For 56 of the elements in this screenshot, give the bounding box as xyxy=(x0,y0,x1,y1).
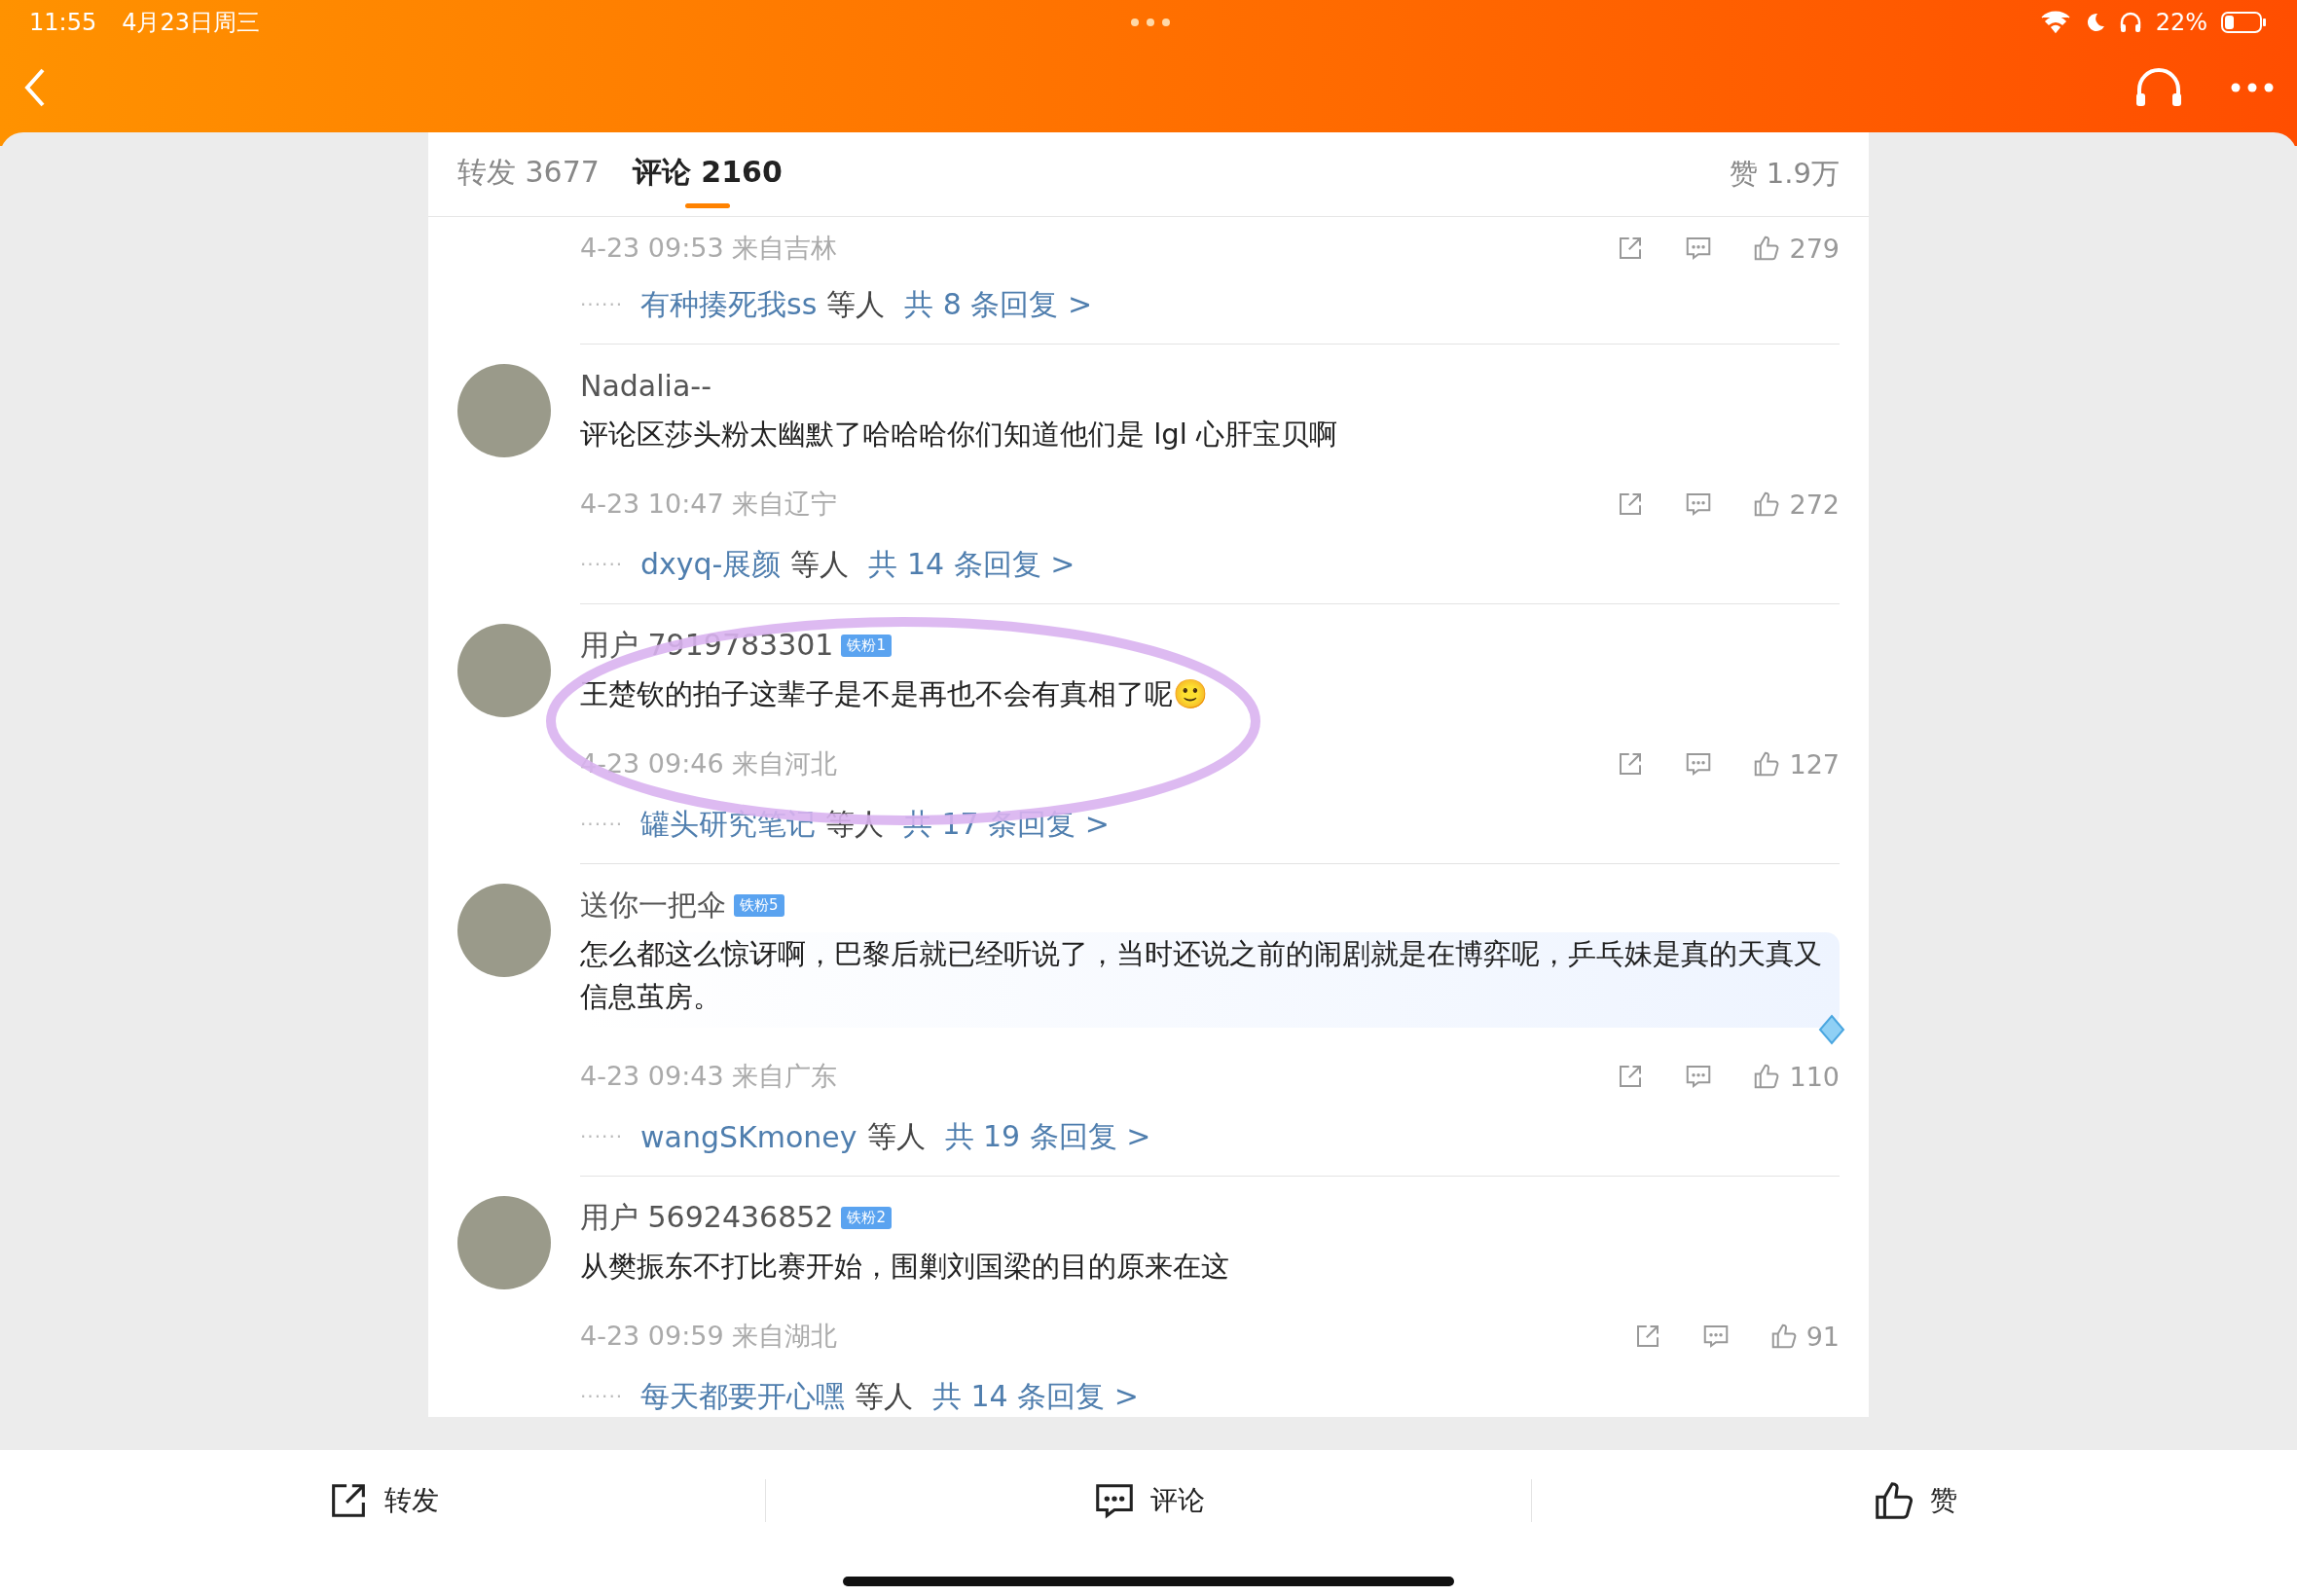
reply-user-link[interactable]: 罐头研究笔记 xyxy=(640,804,816,845)
action-button[interactable]: 评论 xyxy=(766,1479,1532,1522)
reply-user-link[interactable]: dxyq-展颜 xyxy=(640,544,782,585)
comment-text: 评论区莎头粉太幽默了哈哈哈你们知道他们是 lgl 心肝宝贝啊 xyxy=(580,417,1338,453)
reply-count-link[interactable]: 共 8 条回复 > xyxy=(904,284,1093,325)
reply-suffix: 等人 xyxy=(826,285,886,323)
like-count: 127 xyxy=(1789,748,1840,780)
comment-text: 从樊振东不打比赛开始，围剿刘国梁的目的原来在这 xyxy=(580,1249,1230,1285)
user-name[interactable]: 用户 5692436852 xyxy=(580,1197,834,1238)
tab[interactable]: 评论 2160 xyxy=(632,140,783,208)
tab[interactable]: 转发 3677 xyxy=(457,140,600,208)
comment-meta: 4-23 09:53 来自吉林 xyxy=(580,232,838,265)
status-date: 4月23日周三 xyxy=(122,8,260,38)
back-icon[interactable] xyxy=(23,67,47,108)
reply-count-link[interactable]: 共 14 条回复 > xyxy=(932,1376,1139,1417)
reply-count-link[interactable]: 共 19 条回复 > xyxy=(944,1116,1151,1157)
user-name[interactable]: 用户 7919783301 xyxy=(580,625,834,666)
comment-meta: 4-23 09:43 来自广东 xyxy=(580,1060,838,1093)
battery-icon xyxy=(2221,11,2268,34)
more-dots-icon xyxy=(1128,18,1172,27)
ellipsis-text: ······ xyxy=(580,293,625,316)
headphones-icon[interactable] xyxy=(2133,66,2184,109)
user-name[interactable]: 送你一把伞 xyxy=(580,885,726,925)
battery-percent: 22% xyxy=(2155,9,2207,36)
fan-badge: 铁粉5 xyxy=(734,893,784,917)
action-button[interactable]: 赞 xyxy=(1532,1479,2297,1522)
like-count: 91 xyxy=(1805,1321,1840,1352)
status-time: 11:55 xyxy=(29,9,97,36)
reply-suffix: 等人 xyxy=(825,805,884,843)
reply-suffix: 等人 xyxy=(790,545,850,583)
ellipsis-text: ······ xyxy=(580,813,625,836)
headphones-icon xyxy=(2118,11,2142,34)
fan-badge: 铁粉2 xyxy=(841,1206,892,1229)
like-count: 110 xyxy=(1789,1061,1840,1092)
reply-count-link[interactable]: 共 17 条回复 > xyxy=(903,804,1110,845)
reply-suffix: 等人 xyxy=(855,1377,913,1415)
action-button[interactable]: 转发 xyxy=(0,1479,766,1522)
reply-count-link[interactable]: 共 14 条回复 > xyxy=(868,544,1076,585)
ellipsis-text: ······ xyxy=(580,1125,625,1148)
wifi-icon xyxy=(2040,11,2070,34)
reply-user-link[interactable]: 有种揍死我ss xyxy=(640,284,818,325)
comment-text: 王楚钦的拍子这辈子是不是再也不会有真相了呢🙂 xyxy=(580,676,1209,712)
reply-suffix: 等人 xyxy=(866,1117,926,1155)
ellipsis-text: ······ xyxy=(580,1385,625,1408)
more-icon[interactable] xyxy=(2231,83,2274,92)
user-name[interactable]: Nadalia-- xyxy=(580,368,711,403)
ellipsis-text: ······ xyxy=(580,553,625,576)
like-count: 272 xyxy=(1789,489,1840,520)
fan-badge: 铁粉1 xyxy=(841,634,892,657)
smiley-emoji: 🙂 xyxy=(1173,677,1208,710)
comment-meta: 4-23 09:59 来自湖北 xyxy=(580,1320,838,1353)
reply-user-link[interactable]: wangSKmoney xyxy=(640,1119,857,1154)
reply-user-link[interactable]: 每天都要开心嘿 xyxy=(640,1376,845,1417)
like-count: 279 xyxy=(1789,233,1840,264)
like-total[interactable]: 赞 1.9万 xyxy=(1729,155,1840,194)
comment-meta: 4-23 10:47 来自辽宁 xyxy=(580,488,838,521)
